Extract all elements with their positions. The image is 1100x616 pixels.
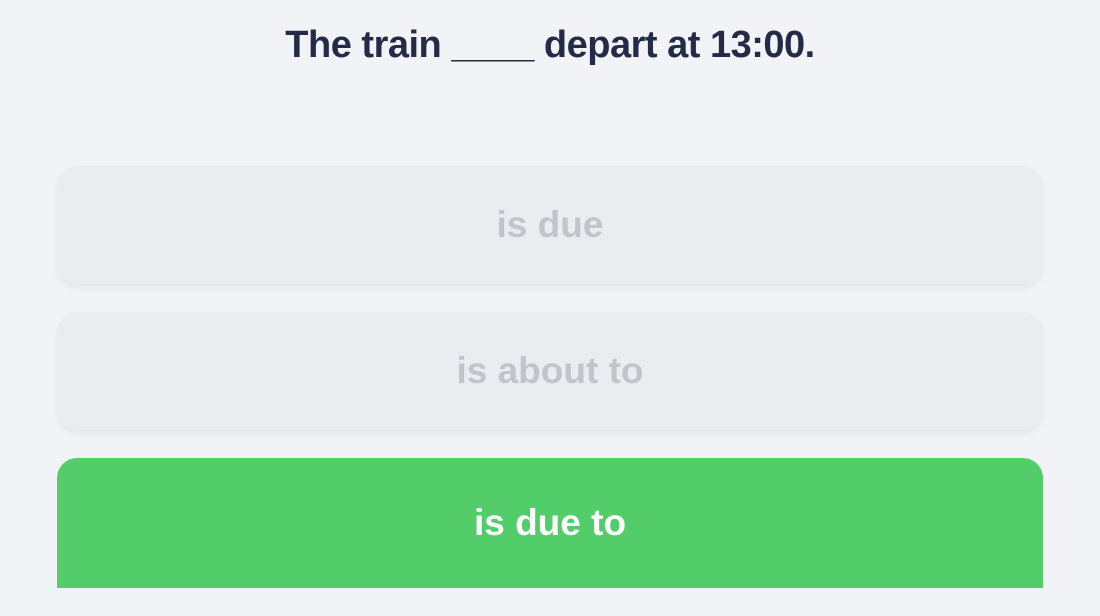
answer-option-is-due[interactable]: is due xyxy=(57,166,1043,284)
answer-option-label: is due to xyxy=(473,502,627,543)
answer-option-label: is about to xyxy=(456,350,644,391)
answer-options: is due is about to is due to xyxy=(57,166,1043,616)
question-text: The train ____ depart at 13:00. xyxy=(285,24,815,66)
answer-option-is-about-to[interactable]: is about to xyxy=(57,312,1043,430)
answer-option-label: is due xyxy=(496,204,604,245)
answer-option-is-due-to[interactable]: is due to xyxy=(57,458,1043,588)
